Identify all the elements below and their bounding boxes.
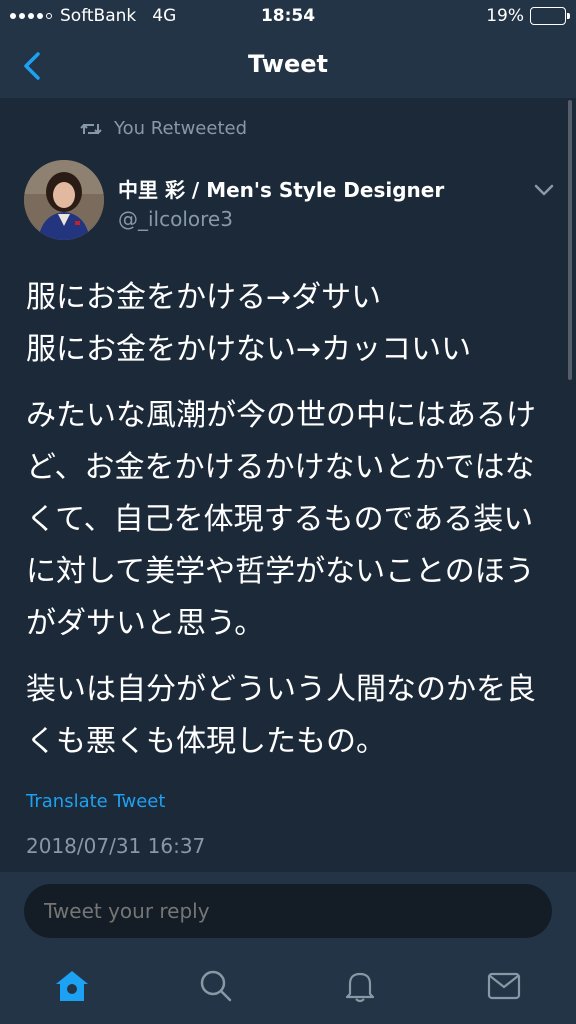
- more-options-button[interactable]: [532, 178, 556, 202]
- tweet-detail-screen: SoftBank 4G 18:54 19% Tweet You Retweete…: [0, 0, 576, 1024]
- tweet-paragraph: みたいな風潮が今の世の中にはあるけど、お金をかけるかけないとかではなくて、自己を…: [26, 398, 536, 641]
- status-bar: SoftBank 4G 18:54 19%: [0, 0, 576, 34]
- battery-icon: [530, 7, 570, 25]
- retweet-context: You Retweeted: [80, 118, 247, 139]
- bell-icon: [345, 972, 375, 1003]
- top-bar: SoftBank 4G 18:54 19% Tweet: [0, 0, 576, 98]
- tweet-timestamp: 2018/07/31 16:37: [26, 834, 206, 858]
- reply-input[interactable]: [24, 884, 552, 938]
- author-handle: @_ilcolore3: [118, 207, 233, 231]
- translate-tweet-link[interactable]: Translate Tweet: [26, 791, 165, 812]
- navigation-bar: Tweet: [0, 34, 576, 98]
- home-icon: [56, 971, 88, 1001]
- author-name: 中里 彩 / Men's Style Designer: [118, 178, 445, 202]
- author-info[interactable]: 中里 彩 / Men's Style Designer @_ilcolore3: [118, 174, 444, 231]
- tab-search[interactable]: [194, 964, 238, 1008]
- reply-bar: [0, 872, 576, 952]
- status-right: 19%: [486, 6, 570, 26]
- tab-bar: [0, 952, 576, 1024]
- tab-notifications[interactable]: [338, 964, 382, 1008]
- tweet-paragraph: 服にお金をかける→ダサい 服にお金をかけない→カッコいい: [26, 280, 472, 367]
- avatar[interactable]: [24, 160, 104, 240]
- page-title: Tweet: [248, 50, 328, 78]
- retweet-context-label: You Retweeted: [114, 118, 248, 139]
- avatar-photo: [24, 160, 104, 240]
- tweet-text: 服にお金をかける→ダサい 服にお金をかけない→カッコいい みたいな風潮が今の世の…: [26, 272, 546, 782]
- scrollbar[interactable]: [568, 100, 572, 380]
- tweet-paragraph: 装いは自分がどういう人間なのかを良くも悪くも体現したもの。: [26, 672, 536, 759]
- retweet-icon: [80, 123, 102, 134]
- chevron-down-icon: [534, 184, 554, 196]
- battery-percent: 19%: [486, 6, 524, 26]
- tab-home[interactable]: [50, 964, 94, 1008]
- search-icon: [200, 970, 232, 1002]
- tab-messages[interactable]: [482, 964, 526, 1008]
- mail-icon: [487, 972, 521, 1000]
